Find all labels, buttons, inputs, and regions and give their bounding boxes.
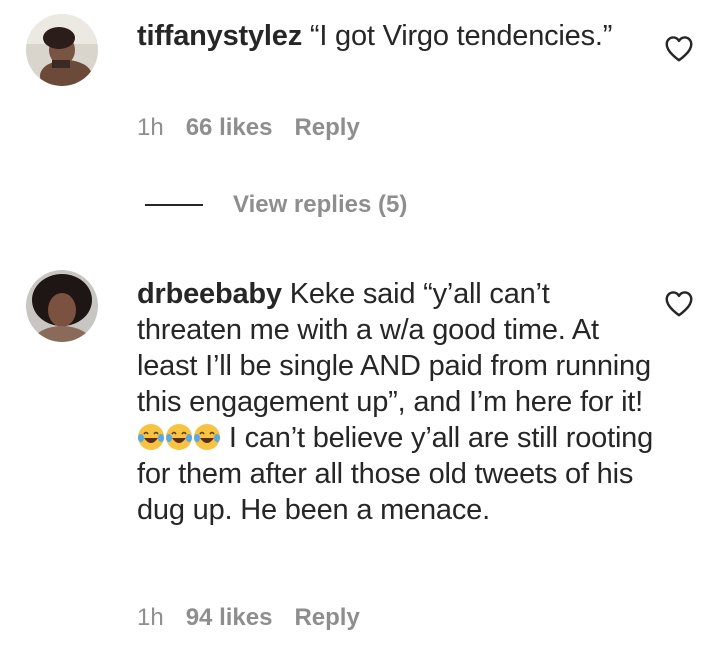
laugh-cry-emoji: [166, 424, 192, 450]
likes-count[interactable]: 66 likes: [186, 114, 273, 141]
heart-icon[interactable]: [664, 290, 694, 317]
likes-count[interactable]: 94 likes: [186, 604, 273, 631]
reply-button[interactable]: Reply: [294, 114, 359, 141]
comment-tiffanystylez: tiffanystylez “I got Virgo tendencies.” …: [0, 0, 720, 170]
comment-text: “I got Virgo tendencies.”: [309, 20, 613, 52]
avatar-image: [26, 270, 98, 342]
avatar-image: [26, 14, 98, 86]
comment-meta: 1h 66 likes Reply: [137, 114, 382, 142]
timestamp: 1h: [137, 604, 164, 631]
comment-meta: 1h 94 likes Reply: [137, 604, 382, 632]
reply-button[interactable]: Reply: [294, 604, 359, 631]
avatar[interactable]: [26, 270, 98, 342]
timestamp: 1h: [137, 114, 164, 141]
laugh-cry-emoji: [138, 424, 164, 450]
view-replies-label: View replies (5): [233, 191, 408, 218]
view-replies-divider: [145, 204, 203, 206]
comment-body: tiffanystylez “I got Virgo tendencies.”: [137, 18, 656, 54]
username[interactable]: drbeebaby: [137, 278, 282, 310]
view-replies-button[interactable]: View replies (5): [145, 188, 407, 222]
avatar[interactable]: [26, 14, 98, 86]
username[interactable]: tiffanystylez: [137, 20, 302, 52]
laugh-cry-emoji: [194, 424, 220, 450]
heart-icon[interactable]: [664, 35, 694, 62]
comment-drbeebaby: drbeebaby Keke said “y’all can’t threate…: [0, 250, 720, 667]
emoji-group: [137, 422, 221, 454]
comment-body: drbeebaby Keke said “y’all can’t threate…: [137, 276, 656, 528]
